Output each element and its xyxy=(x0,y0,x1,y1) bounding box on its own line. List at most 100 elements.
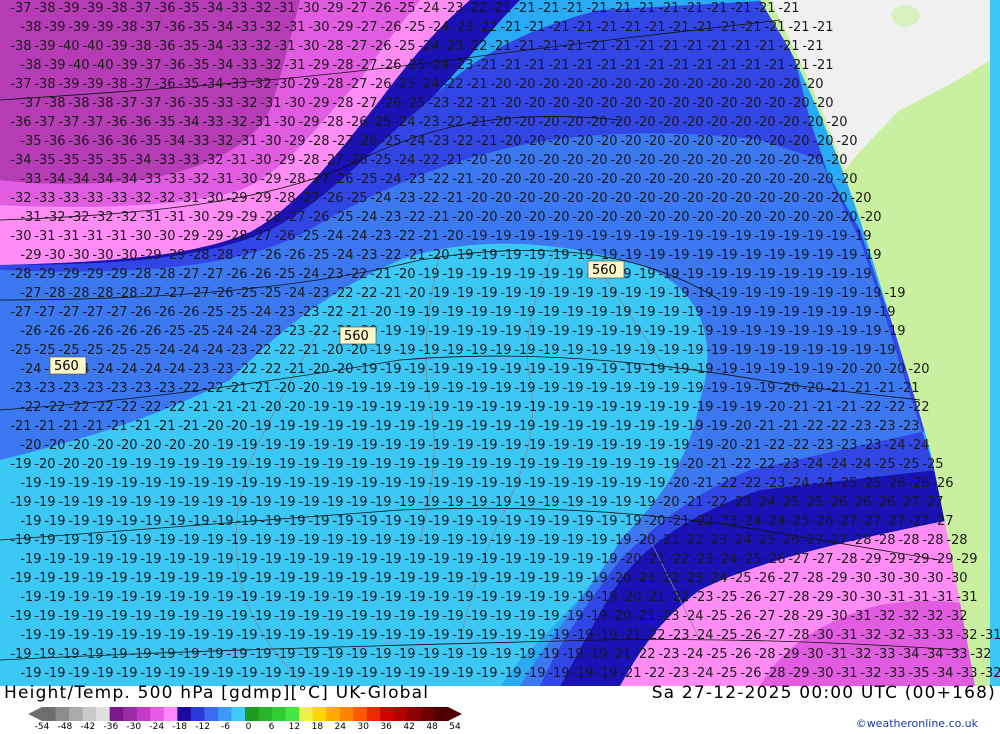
temperature-value: -20 xyxy=(716,96,737,111)
temperature-value: -21 xyxy=(754,419,775,434)
temperature-value: -19 xyxy=(682,419,703,434)
temperature-value: -19 xyxy=(260,666,281,681)
temperature-value: -20 xyxy=(764,172,785,187)
temperature-value: -19 xyxy=(130,495,151,510)
temperature-value: -25 xyxy=(754,533,775,548)
color-scale-tick-label: -30 xyxy=(126,722,142,732)
temperature-value: -19 xyxy=(44,476,65,491)
temperature-value: -37 xyxy=(130,77,151,92)
temperature-value: -38 xyxy=(10,39,31,54)
color-scale-swatch xyxy=(55,707,70,721)
temperature-value: -24 xyxy=(298,267,319,282)
temperature-value: -21 xyxy=(250,381,271,396)
temperature-value: -28 xyxy=(308,134,329,149)
temperature-value: -28 xyxy=(274,191,295,206)
temperature-value: -20 xyxy=(68,438,89,453)
temperature-value: -19 xyxy=(538,381,559,396)
temperature-value: -20 xyxy=(274,381,295,396)
temperature-value: -19 xyxy=(548,248,569,263)
temperature-value: -24 xyxy=(716,552,737,567)
temperature-value: -24 xyxy=(346,229,367,244)
temperature-value: -20 xyxy=(682,77,703,92)
temperature-value: -19 xyxy=(514,533,535,548)
credit-link[interactable]: ©weatheronline.co.uk xyxy=(856,717,978,730)
temperature-value: -20 xyxy=(116,438,137,453)
temperature-value: -21 xyxy=(682,39,703,54)
temperature-value: -22 xyxy=(466,1,487,16)
temperature-value: -20 xyxy=(668,96,689,111)
temperature-value: -22 xyxy=(682,533,703,548)
temperature-value: -20 xyxy=(490,77,511,92)
temperature-value: -20 xyxy=(826,153,847,168)
temperature-value: -25 xyxy=(860,476,881,491)
temperature-value: -19 xyxy=(668,324,689,339)
temperature-value: -19 xyxy=(572,666,593,681)
temperature-value: -19 xyxy=(644,286,665,301)
temperature-value: -19 xyxy=(620,324,641,339)
temperature-value: -19 xyxy=(332,590,353,605)
temperature-value: -24 xyxy=(812,476,833,491)
temperature-value: -20 xyxy=(740,210,761,225)
temperature-value: -19 xyxy=(394,609,415,624)
temperature-value: -20 xyxy=(524,134,545,149)
temperature-value: -19 xyxy=(346,495,367,510)
temperature-value: -19 xyxy=(538,229,559,244)
temperature-value: -19 xyxy=(682,229,703,244)
color-scale-ticks: -54 -48 -42 -36 -30 -24 -18 -12 -6 0 6 12 18 24 30 36 42… xyxy=(0,722,480,734)
temperature-value: -21 xyxy=(874,381,895,396)
temperature-value: -19 xyxy=(514,609,535,624)
temperature-value: -25 xyxy=(260,286,281,301)
temperature-value: -20 xyxy=(836,362,857,377)
temperature-value: -35 xyxy=(178,39,199,54)
temperature-value: -20 xyxy=(692,210,713,225)
temperature-value: -32 xyxy=(92,210,113,225)
temperature-value: -19 xyxy=(524,248,545,263)
temperature-value: -27 xyxy=(356,20,377,35)
temperature-value: -20 xyxy=(778,381,799,396)
temperature-value: -25 xyxy=(394,1,415,16)
temperature-value: -19 xyxy=(548,666,569,681)
temperature-value: -19 xyxy=(370,571,391,586)
temperature-value: -24 xyxy=(428,20,449,35)
temperature-value: -19 xyxy=(82,571,103,586)
temperature-value: -20 xyxy=(740,134,761,149)
temperature-value: -19 xyxy=(562,419,583,434)
temperature-value: -19 xyxy=(586,571,607,586)
temperature-value: -33 xyxy=(82,191,103,206)
temperature-value: -19 xyxy=(178,533,199,548)
temperature-value: -27 xyxy=(58,305,79,320)
temperature-value: -20 xyxy=(500,172,521,187)
temperature-value: -20 xyxy=(634,533,655,548)
temperature-value: -25 xyxy=(82,343,103,358)
temperature-value: -31 xyxy=(932,590,953,605)
temperature-value: -28 xyxy=(92,286,113,301)
temperature-value: -20 xyxy=(706,191,727,206)
temperature-value: -22 xyxy=(428,172,449,187)
temperature-value: -20 xyxy=(572,210,593,225)
temperature-value: -20 xyxy=(620,134,641,149)
temperature-value: -19 xyxy=(524,476,545,491)
temperature-value: -23 xyxy=(404,172,425,187)
temperature-value: -20 xyxy=(802,77,823,92)
temperature-value: -20 xyxy=(610,609,631,624)
temperature-value: -23 xyxy=(284,324,305,339)
temperature-value: -20 xyxy=(644,210,665,225)
temperature-value: -26 xyxy=(260,248,281,263)
temperature-value: -22 xyxy=(730,457,751,472)
temperature-value: -30 xyxy=(202,191,223,206)
temperature-value: -19 xyxy=(610,229,631,244)
temperature-value: -34 xyxy=(68,172,89,187)
temperature-value: -19 xyxy=(34,495,55,510)
temperature-value: -25 xyxy=(778,495,799,510)
temperature-value: -26 xyxy=(346,115,367,130)
temperature-value: -20 xyxy=(692,134,713,149)
temperature-value: -19 xyxy=(586,647,607,662)
temperature-value: -20 xyxy=(524,172,545,187)
temperature-value: -30 xyxy=(188,210,209,225)
temperature-value: -19 xyxy=(212,628,233,643)
temperature-value: -20 xyxy=(716,438,737,453)
temperature-value: -19 xyxy=(610,305,631,320)
temperature-value: -19 xyxy=(356,476,377,491)
temperature-value: -19 xyxy=(164,628,185,643)
temperature-value: -19 xyxy=(668,362,689,377)
